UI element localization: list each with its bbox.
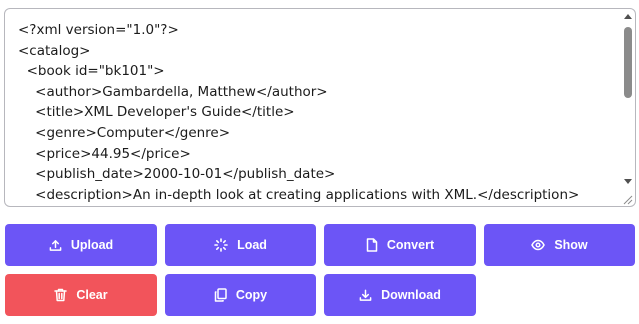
xml-line: <genre>Computer</genre> bbox=[18, 124, 231, 141]
xml-input-textarea[interactable]: <?xml version="1.0"?> <catalog> <book id=… bbox=[4, 8, 636, 207]
clear-label: Clear bbox=[76, 288, 108, 302]
download-icon bbox=[359, 289, 372, 302]
download-button[interactable]: Download bbox=[324, 274, 476, 316]
xml-line: <title>XML Developer's Guide</title> bbox=[18, 104, 295, 121]
download-label: Download bbox=[381, 288, 441, 302]
convert-label: Convert bbox=[386, 238, 435, 252]
convert-button[interactable]: Convert bbox=[324, 224, 476, 266]
upload-button[interactable]: Upload bbox=[5, 224, 157, 266]
copy-label: Copy bbox=[235, 288, 268, 302]
show-label: Show bbox=[554, 238, 588, 252]
scroll-up-arrow[interactable] bbox=[624, 14, 632, 19]
scroll-thumb[interactable] bbox=[624, 27, 632, 98]
resize-handle-icon[interactable] bbox=[621, 192, 633, 205]
xml-line: <publish_date>2000-10-01</publish_date> bbox=[18, 166, 336, 183]
file-icon bbox=[366, 238, 378, 252]
xml-line: <price>44.95</price> bbox=[18, 145, 191, 162]
load-label: Load bbox=[237, 238, 267, 252]
trash-icon bbox=[54, 288, 68, 302]
clear-button[interactable]: Clear bbox=[5, 274, 157, 316]
load-button[interactable]: Load bbox=[165, 224, 316, 266]
upload-label: Upload bbox=[70, 238, 114, 252]
xml-line: <?xml version="1.0"?> bbox=[18, 22, 179, 38]
show-button[interactable]: Show bbox=[484, 224, 635, 266]
eye-icon bbox=[531, 239, 546, 251]
copy-button[interactable]: Copy bbox=[165, 274, 316, 316]
upload-icon bbox=[49, 239, 62, 252]
scroll-down-arrow[interactable] bbox=[624, 179, 632, 184]
xml-content[interactable]: <?xml version="1.0"?> <catalog> <book id=… bbox=[18, 20, 615, 205]
loader-icon bbox=[214, 238, 228, 252]
xml-line: <author>Gambardella, Matthew</author> bbox=[18, 83, 328, 100]
xml-line: <description>An in-depth look at creatin… bbox=[18, 186, 580, 203]
xml-line: <catalog> bbox=[18, 42, 91, 59]
copy-icon bbox=[214, 288, 227, 302]
xml-line: <book id="bk101"> bbox=[18, 63, 165, 80]
vertical-scrollbar[interactable] bbox=[621, 9, 635, 195]
